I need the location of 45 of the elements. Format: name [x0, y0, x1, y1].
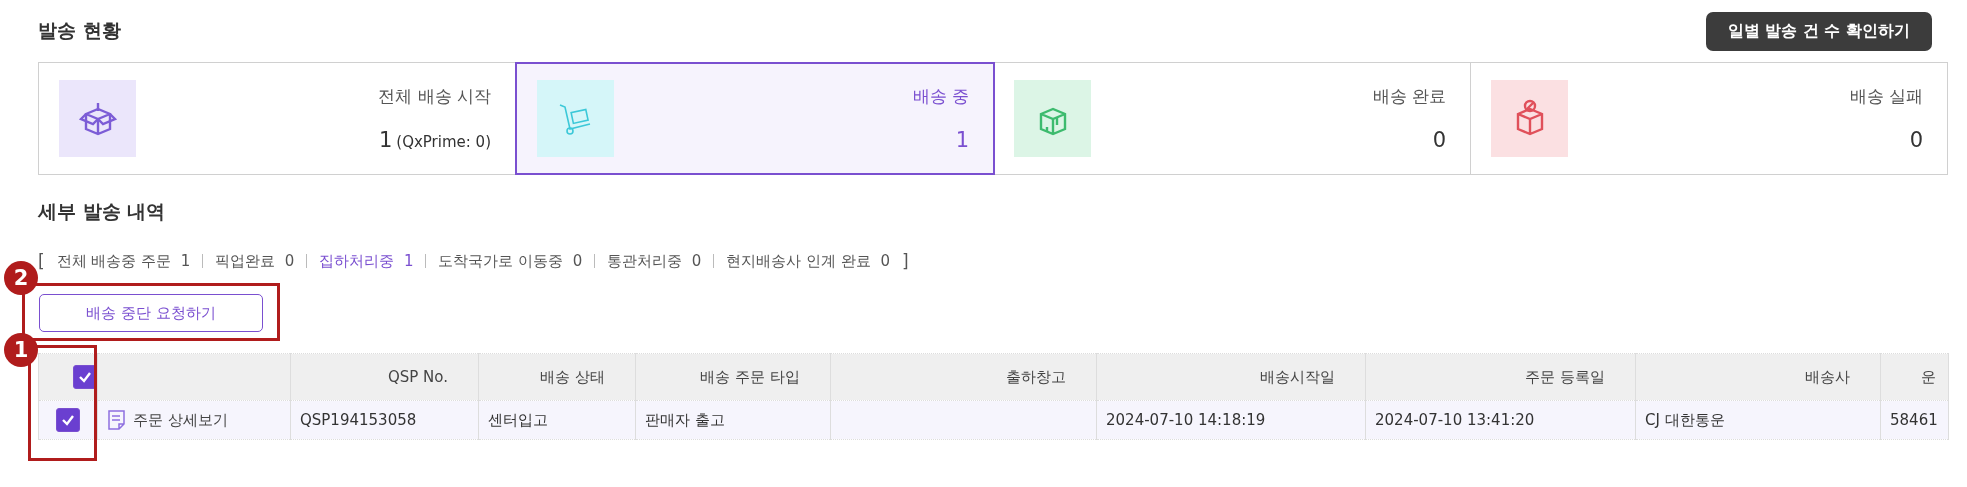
table-cell: 2024-07-10 13:41:20 [1375, 411, 1535, 429]
card-count: 0 [1432, 128, 1446, 152]
section-title: 발송 현황 [38, 18, 121, 43]
status-card[interactable]: 배송 실패 0 [1471, 63, 1947, 174]
card-label: 전체 배송 시작 [377, 85, 491, 108]
column-header: 주문 등록일 [1525, 367, 1605, 386]
bracket: [ [38, 251, 45, 271]
column-header: 배송시작일 [1260, 367, 1335, 386]
table-cell: 센터입고 [488, 410, 548, 429]
card-label: 배송 실패 [1848, 85, 1923, 108]
callout-badge: 2 [4, 261, 38, 295]
table-cell: 판매자 출고 [645, 410, 725, 429]
filter-link[interactable]: 통관처리중 0 [607, 251, 702, 271]
column-header: 운 [1921, 367, 1936, 386]
card-count: 0 [1909, 128, 1923, 152]
table-cell: 2024-07-10 14:18:19 [1106, 411, 1266, 429]
section-title: 세부 발송 내역 [38, 199, 167, 224]
table-cell: QSP194153058 [300, 411, 417, 429]
column-header: 출하창고 [1006, 367, 1066, 386]
row-checkbox[interactable] [56, 408, 80, 432]
card-count: 1 [378, 128, 393, 152]
filter-link[interactable]: 전체 배송중 주문 1 [56, 251, 191, 271]
filter-link[interactable]: 픽업완료 0 [215, 251, 295, 271]
table-cell: 58461 [1890, 411, 1938, 429]
card-label: 배송 완료 [1371, 85, 1446, 108]
status-card[interactable]: 배송 중 1 [515, 62, 995, 175]
daily-count-button[interactable]: 일별 발송 건 수 확인하기 [1705, 11, 1932, 51]
column-header: QSP No. [387, 368, 448, 386]
table-cell: CJ 대한통운 [1645, 410, 1725, 429]
column-header: 배송 주문 타입 [700, 367, 800, 386]
card-count: 1 [955, 128, 969, 152]
status-card[interactable]: 배송 완료 0 [994, 63, 1471, 174]
column-header: 배송사 [1805, 367, 1850, 386]
filter-link[interactable]: 집하처리중 1 [319, 251, 414, 271]
card-note: (QxPrime: 0) [396, 133, 491, 151]
column-header: 배송 상태 [540, 367, 605, 386]
filter-link[interactable]: 현지배송사 인계 완료 0 [726, 251, 891, 271]
card-label: 배송 중 [911, 85, 969, 108]
stop-delivery-button[interactable]: 배송 중단 요청하기 [39, 294, 263, 332]
select-all-checkbox[interactable] [73, 365, 97, 389]
document-icon [107, 409, 127, 431]
status-card[interactable]: 전체 배송 시작 1 (QxPrime: 0) [39, 63, 516, 174]
filter-link[interactable]: 도착국가로 이동중 0 [438, 251, 583, 271]
callout-badge: 1 [4, 333, 38, 367]
bracket: ] [902, 251, 909, 271]
